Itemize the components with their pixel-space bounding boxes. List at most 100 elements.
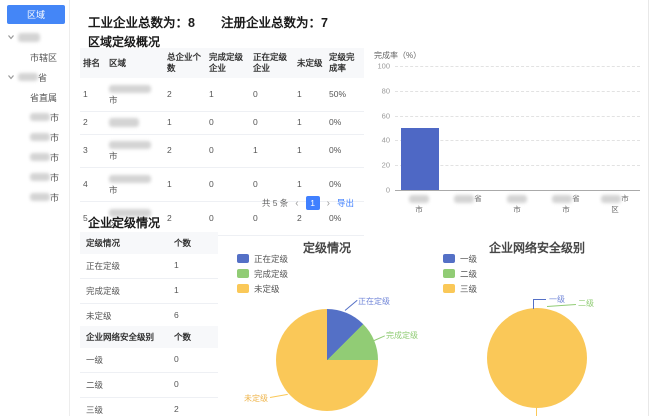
tree-item-suffix: 市: [50, 151, 59, 164]
sidebar-item-city-2[interactable]: 市: [0, 127, 69, 147]
chevron-down-icon: [7, 33, 15, 41]
page-number-button[interactable]: 1: [306, 196, 320, 210]
sidebar-item-provincial[interactable]: 省直属: [0, 87, 69, 107]
x-label: 省市: [544, 194, 588, 215]
security-level-pie: [487, 308, 587, 408]
pie-label-line: [533, 299, 546, 300]
region-sidebar: 区域 市辖区 省 省直属 市 市 市: [0, 0, 70, 416]
pie-label-line: [536, 407, 537, 416]
blurred-region-name: [30, 173, 50, 181]
legend-item[interactable]: 完成定级: [237, 266, 288, 281]
legend-swatch: [237, 254, 249, 263]
blurred-region-name: [30, 113, 50, 121]
cell-rank: 2: [80, 112, 106, 134]
security-level-table: 企业网络安全级别 个数 一级0 二级0 三级2: [80, 326, 218, 416]
pie-callout: 完成定级: [386, 330, 418, 341]
industrial-total-label: 工业企业总数为：: [88, 16, 188, 30]
cell-region: 市: [106, 134, 164, 168]
cell-grading: 1: [250, 134, 294, 168]
legend-swatch: [237, 284, 249, 293]
sidebar-item-city-5[interactable]: 市: [0, 187, 69, 207]
pie-callout: 二级: [578, 298, 594, 309]
blurred-region-name: [109, 85, 151, 93]
pie1-legend: 正在定级 完成定级 未定级: [237, 251, 288, 296]
registered-total-value: 7: [321, 16, 328, 30]
sidebar-item-district[interactable]: 市辖区: [0, 47, 69, 67]
cell-region: 市: [106, 78, 164, 111]
blurred-region-name: [454, 195, 474, 203]
tree-item-suffix: 市: [50, 111, 59, 124]
cell-total: 2: [164, 134, 206, 168]
pie2-title: 企业网络安全级别: [462, 239, 612, 256]
y-axis-title: 完成率（%）: [374, 50, 421, 61]
table-row: 1 市 2 1 0 1 50%: [80, 78, 364, 111]
table-row: 三级2: [80, 398, 218, 416]
gridline: [395, 116, 640, 117]
prev-page-button[interactable]: ‹: [295, 198, 298, 209]
pie-callout: 未定级: [244, 393, 268, 404]
cell-rate: 50%: [326, 78, 364, 111]
industrial-total-value: 8: [188, 16, 195, 30]
table-header-row: 定级情况 个数: [80, 232, 218, 254]
region-panel-button[interactable]: 区域: [7, 5, 65, 24]
legend-item[interactable]: 未定级: [237, 281, 288, 296]
y-tick: 80: [368, 86, 390, 95]
cell-rate: 0%: [326, 134, 364, 168]
col-count: 个数: [174, 237, 212, 249]
table-header-row: 企业网络安全级别 个数: [80, 326, 218, 348]
blurred-region-name: [30, 133, 50, 141]
tree-item-label: 省直属: [30, 91, 57, 104]
col-level: 企业网络安全级别: [86, 331, 174, 343]
blurred-region-name: [552, 195, 572, 203]
y-tick: 0: [368, 186, 390, 195]
cell-region: [106, 112, 164, 134]
cell-completed: 1: [206, 78, 250, 111]
col-status: 定级情况: [86, 237, 174, 249]
blurred-region-name: [507, 195, 527, 203]
cell-rank: 1: [80, 78, 106, 111]
cell-grading: 0: [250, 78, 294, 111]
pie-label-line: [372, 335, 385, 342]
col-count: 个数: [174, 331, 212, 343]
enterprise-section-title: 企业定级情况: [88, 214, 160, 231]
next-page-button[interactable]: ›: [327, 198, 330, 209]
blurred-region-name: [18, 73, 38, 81]
cell-completed: 0: [206, 112, 250, 134]
cell-ungraded: 1: [294, 112, 326, 134]
sidebar-item-city-1[interactable]: 市: [0, 107, 69, 127]
y-tick: 40: [368, 136, 390, 145]
legend-item[interactable]: 正在定级: [237, 251, 288, 266]
y-tick: 60: [368, 111, 390, 120]
table-row: 完成定级1: [80, 279, 218, 304]
pie-callout: 正在定级: [358, 296, 390, 307]
summary-stats: 工业企业总数为：8 注册企业总数为：7: [88, 12, 328, 31]
table-row: 2 1 0 0 1 0%: [80, 112, 364, 134]
sidebar-item-city-4[interactable]: 市: [0, 167, 69, 187]
sidebar-item-city-3[interactable]: 市: [0, 147, 69, 167]
table-row: 3 市 2 0 1 1 0%: [80, 134, 364, 168]
registered-total-label: 注册企业总数为：: [221, 16, 321, 30]
legend-item[interactable]: 三级: [443, 281, 477, 296]
blurred-region-name: [18, 33, 40, 42]
gridline: [395, 66, 640, 67]
tree-item-suffix: 市: [50, 171, 59, 184]
legend-item[interactable]: 一级: [443, 251, 477, 266]
completion-rate-bar-chart: 完成率（%） 100 80 60 40 20 0 市 省 市 省市 市区: [368, 46, 646, 221]
tree-item-suffix: 市: [50, 191, 59, 204]
bar-region-1: [401, 128, 439, 190]
sidebar-item-province-2[interactable]: 省: [0, 67, 69, 87]
table-row: 一级0: [80, 348, 218, 373]
cell-ungraded: 1: [294, 134, 326, 168]
sidebar-item-province-1[interactable]: [0, 27, 69, 47]
legend-item[interactable]: 二级: [443, 266, 477, 281]
total-count-label: 共 5 条: [262, 197, 288, 209]
col-total: 总企业个数: [164, 48, 206, 78]
blurred-region-name: [109, 175, 151, 183]
cell-rate: 0%: [326, 112, 364, 134]
col-completed: 完成定级企业: [206, 48, 250, 78]
y-tick: 100: [368, 62, 390, 71]
export-button[interactable]: 导出: [337, 197, 354, 209]
cell-ungraded: 1: [294, 78, 326, 111]
cell-total: 2: [164, 78, 206, 111]
col-ungraded: 未定级: [294, 48, 326, 78]
